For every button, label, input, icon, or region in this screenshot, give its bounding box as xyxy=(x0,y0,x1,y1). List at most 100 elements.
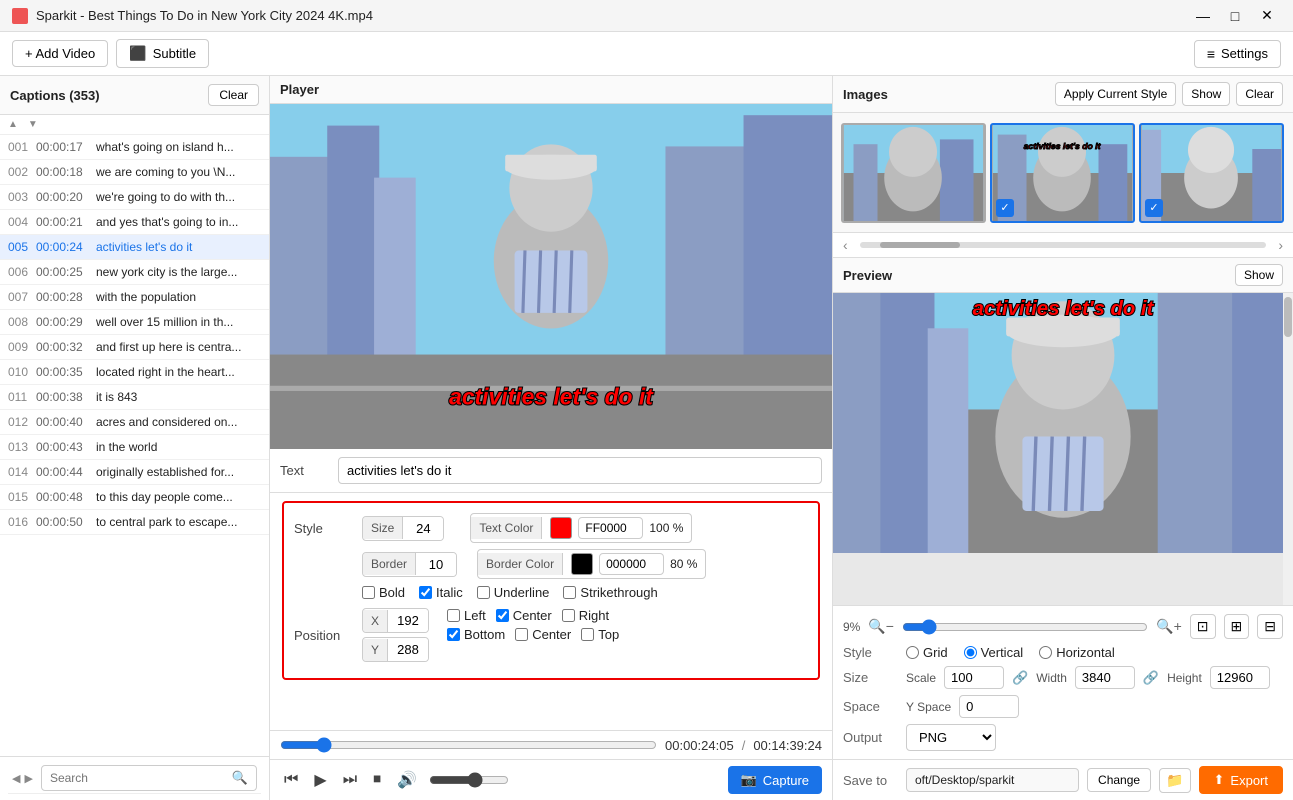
list-item[interactable]: 016 00:00:50 to central park to escape..… xyxy=(0,510,269,535)
change-button[interactable]: Change xyxy=(1087,768,1151,792)
list-item[interactable]: 002 00:00:18 we are coming to you \N... xyxy=(0,160,269,185)
images-show-button[interactable]: Show xyxy=(1182,82,1230,106)
scroll-down-arrow[interactable]: ▼ xyxy=(24,117,42,132)
center-h-checkbox[interactable] xyxy=(496,609,509,622)
image-thumb-3[interactable]: ✓ xyxy=(1139,123,1284,223)
list-item[interactable]: 004 00:00:21 and yes that's going to in.… xyxy=(0,210,269,235)
border-color-swatch[interactable] xyxy=(571,553,593,575)
y-input[interactable] xyxy=(388,638,428,661)
zoom-out-button[interactable]: 🔍− xyxy=(868,618,894,635)
border-input[interactable] xyxy=(416,553,456,576)
list-item[interactable]: 008 00:00:29 well over 15 million in th.… xyxy=(0,310,269,335)
add-video-button[interactable]: + Add Video xyxy=(12,40,108,67)
center-v-checkbox-label[interactable]: Center xyxy=(515,627,571,642)
close-button[interactable]: ✕ xyxy=(1253,5,1281,27)
left-checkbox-label[interactable]: Left xyxy=(447,608,486,623)
zoom-slider[interactable] xyxy=(902,619,1148,635)
width-input[interactable] xyxy=(1075,666,1135,689)
underline-checkbox[interactable] xyxy=(477,586,490,599)
list-item[interactable]: 003 00:00:20 we're going to do with th..… xyxy=(0,185,269,210)
top-checkbox[interactable] xyxy=(581,628,594,641)
underline-checkbox-label[interactable]: Underline xyxy=(477,585,550,600)
image-thumb-1[interactable] xyxy=(841,123,986,223)
skip-back-button[interactable]: ⏮ xyxy=(280,769,302,791)
italic-checkbox[interactable] xyxy=(419,586,432,599)
top-checkbox-label[interactable]: Top xyxy=(581,627,619,642)
copy-button[interactable]: ⊞ xyxy=(1224,614,1250,639)
volume-slider[interactable] xyxy=(429,772,509,788)
list-item[interactable]: 010 00:00:35 located right in the heart.… xyxy=(0,360,269,385)
grid-radio-label[interactable]: Grid xyxy=(906,645,948,660)
bold-checkbox[interactable] xyxy=(362,586,375,599)
list-item[interactable]: 006 00:00:25 new york city is the large.… xyxy=(0,260,269,285)
strikethrough-checkbox-label[interactable]: Strikethrough xyxy=(563,585,657,600)
maximize-button[interactable]: □ xyxy=(1221,5,1249,27)
bottom-checkbox-label[interactable]: Bottom xyxy=(447,627,505,642)
height-input[interactable] xyxy=(1210,666,1270,689)
size-input[interactable] xyxy=(403,517,443,540)
images-prev-arrow[interactable]: ‹ xyxy=(837,235,854,255)
timeline-slider[interactable] xyxy=(280,737,657,753)
list-item[interactable]: 015 00:00:48 to this day people come... xyxy=(0,485,269,510)
horizontal-radio-label[interactable]: Horizontal xyxy=(1039,645,1115,660)
list-item[interactable]: 011 00:00:38 it is 843 xyxy=(0,385,269,410)
captions-clear-button[interactable]: Clear xyxy=(208,84,259,106)
border-color-hex[interactable] xyxy=(599,553,664,575)
images-scrollbar[interactable] xyxy=(860,242,1267,248)
list-item[interactable]: 014 00:00:44 originally established for.… xyxy=(0,460,269,485)
zoom-in-button[interactable]: 🔍+ xyxy=(1156,618,1182,635)
list-item[interactable]: 007 00:00:28 with the population xyxy=(0,285,269,310)
list-item-active[interactable]: 005 00:00:24 activities let's do it xyxy=(0,235,269,260)
scroll-up-arrow[interactable]: ▲ xyxy=(4,117,22,132)
scale-input[interactable] xyxy=(944,666,1004,689)
text-color-hex[interactable] xyxy=(578,517,643,539)
stop-button[interactable]: ⏹ xyxy=(369,769,385,791)
center-h-checkbox-label[interactable]: Center xyxy=(496,608,552,623)
image-thumb-2[interactable]: activities let's do it ✓ xyxy=(990,123,1135,223)
scroll-right-arrow[interactable]: ▶ xyxy=(24,772,32,785)
settings-button[interactable]: ≡ Settings xyxy=(1194,40,1281,68)
output-select[interactable]: PNG JPG SVG xyxy=(906,724,996,751)
bottom-checkbox[interactable] xyxy=(447,628,460,641)
scroll-left-arrow[interactable]: ◀ xyxy=(12,772,20,785)
list-item[interactable]: 001 00:00:17 what's going on island h... xyxy=(0,135,269,160)
play-button[interactable]: ▶ xyxy=(310,768,330,792)
text-color-swatch[interactable] xyxy=(550,517,572,539)
preview-scrollbar[interactable] xyxy=(1283,293,1293,605)
volume-button[interactable]: 🔊 xyxy=(393,768,421,792)
vertical-position-row: Bottom Center Top xyxy=(447,627,619,642)
settings-label: Settings xyxy=(1221,46,1268,61)
list-item[interactable]: 009 00:00:32 and first up here is centra… xyxy=(0,335,269,360)
bold-checkbox-label[interactable]: Bold xyxy=(362,585,405,600)
search-box[interactable]: 🔍 xyxy=(41,765,257,791)
right-checkbox-label[interactable]: Right xyxy=(562,608,609,623)
italic-checkbox-label[interactable]: Italic xyxy=(419,585,463,600)
right-checkbox[interactable] xyxy=(562,609,575,622)
preview-show-button[interactable]: Show xyxy=(1235,264,1283,286)
folder-button[interactable]: 📁 xyxy=(1159,768,1190,793)
left-checkbox[interactable] xyxy=(447,609,460,622)
preview-image: activities let's do it xyxy=(833,293,1293,553)
images-clear-button[interactable]: Clear xyxy=(1236,82,1283,106)
apply-style-button[interactable]: Apply Current Style xyxy=(1055,82,1176,106)
search-input[interactable] xyxy=(50,771,232,785)
vertical-radio[interactable] xyxy=(964,646,977,659)
text-input[interactable] xyxy=(338,457,822,484)
export-button[interactable]: ⬆ Export xyxy=(1199,766,1283,794)
grid-button[interactable]: ⊟ xyxy=(1257,614,1283,639)
images-next-arrow[interactable]: › xyxy=(1272,235,1289,255)
minimize-button[interactable]: — xyxy=(1189,5,1217,27)
subtitle-button[interactable]: ⬛ Subtitle xyxy=(116,39,209,68)
y-space-input[interactable] xyxy=(959,695,1019,718)
strikethrough-checkbox[interactable] xyxy=(563,586,576,599)
list-item[interactable]: 012 00:00:40 acres and considered on... xyxy=(0,410,269,435)
fit-button[interactable]: ⊡ xyxy=(1190,614,1216,639)
horizontal-radio[interactable] xyxy=(1039,646,1052,659)
center-v-checkbox[interactable] xyxy=(515,628,528,641)
skip-forward-button[interactable]: ⏭ xyxy=(339,769,361,791)
grid-radio[interactable] xyxy=(906,646,919,659)
x-input[interactable] xyxy=(388,609,428,632)
capture-button[interactable]: 📷 Capture xyxy=(728,766,822,794)
vertical-radio-label[interactable]: Vertical xyxy=(964,645,1024,660)
list-item[interactable]: 013 00:00:43 in the world xyxy=(0,435,269,460)
